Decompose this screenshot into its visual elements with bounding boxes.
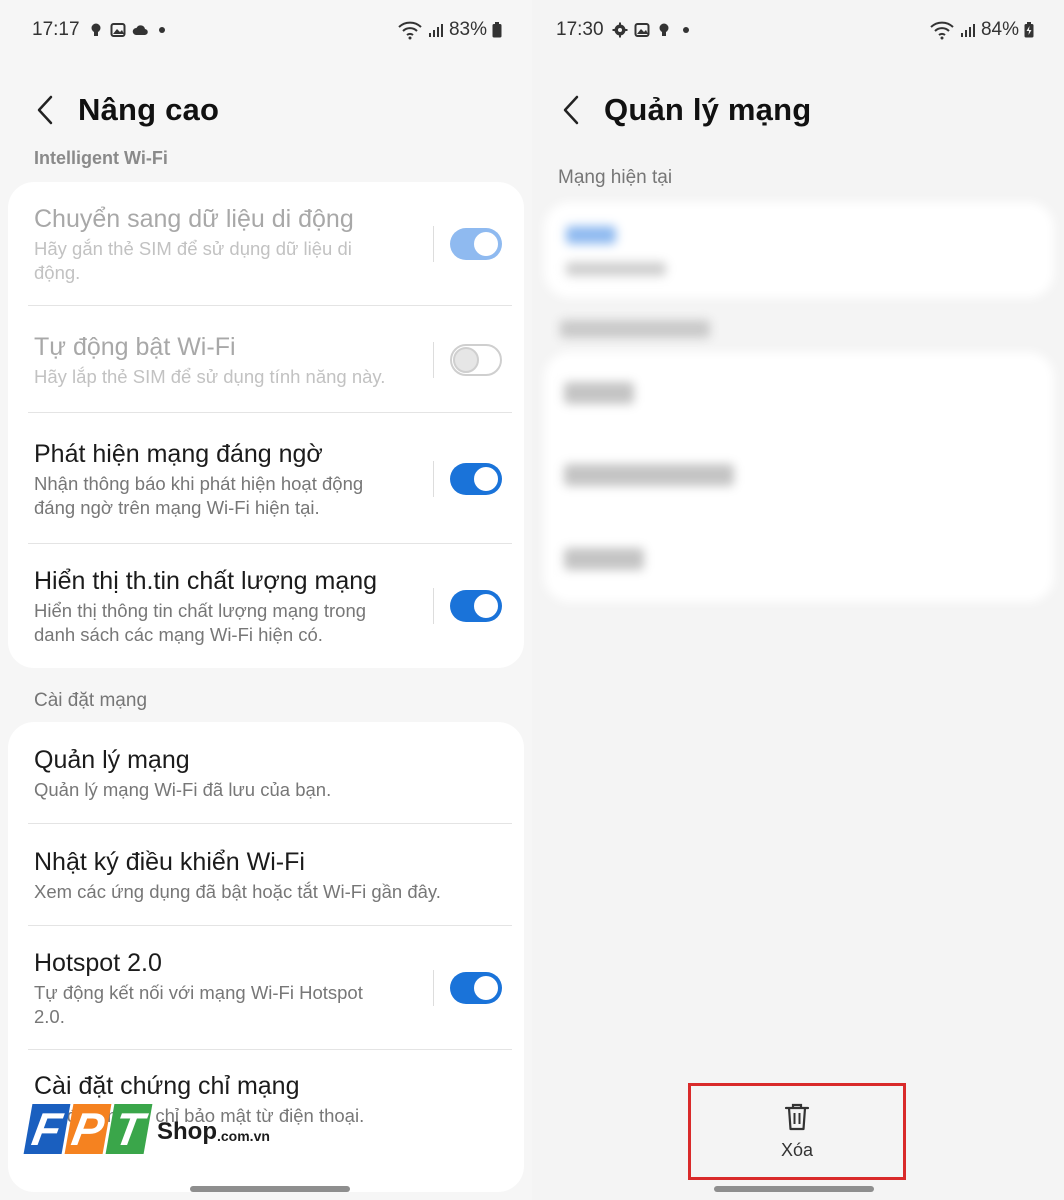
chevron-left-icon [563,95,579,125]
section-current-network: Mạng hiện tại [558,167,673,188]
divider-vertical [433,970,434,1006]
divider-vertical [433,588,434,624]
setting-title: Tự động bật Wi-Fi [34,332,236,361]
gallery-icon [634,23,650,37]
gesture-nav-bar[interactable] [190,1186,350,1192]
saved-networks-card [544,352,1054,602]
battery-percent: 83% [448,19,487,40]
fpt-shop-watermark: F P T Shop .com.vn [23,1103,270,1155]
setting-subtitle: Hãy lắp thẻ SIM để sử dụng tính năng này… [34,365,386,387]
divider-vertical [433,460,434,497]
setting-hotspot-2[interactable]: Hotspot 2.0 Tự động kết nối với mạng Wi-… [8,926,524,1050]
back-button[interactable] [30,90,60,130]
setting-title: Hiển thị th.tin chất lượng mạng [34,567,378,595]
delete-button[interactable]: Xóa [688,1083,906,1180]
setting-title: Chuyển sang dữ liệu di động [34,205,354,233]
delete-label: Xóa [780,1140,814,1160]
app-bar: Nâng cao [30,90,219,130]
gallery-icon [110,23,126,37]
dot-icon [682,27,689,33]
wifi-icon [398,21,422,40]
toggle-switch[interactable] [450,590,502,622]
setting-subtitle: Xem các ứng dụng đã bật hoặc tắt Wi-Fi g… [34,881,441,902]
manage-networks-screen: 17:30 84% Quản lý mạng Mạng hiện tại Xóa [532,0,1064,1200]
page-title: Nâng cao [78,92,220,127]
trash-icon [784,1103,810,1131]
signal-icon [960,24,975,37]
setting-title: Cài đặt chứng chỉ mạng [34,1072,300,1100]
setting-manage-networks[interactable]: Quản lý mạng Quản lý mạng Wi-Fi đã lưu c… [8,722,524,824]
setting-title: Phát hiện mạng đáng ngờ [34,439,323,468]
toggle-switch[interactable] [450,462,502,495]
battery-charging-icon [1024,22,1034,38]
divider-vertical [433,341,434,378]
saved-network-item[interactable] [564,464,734,486]
toggle-switch[interactable] [450,228,502,260]
current-network-status-redacted [566,262,666,276]
setting-subtitle: Quản lý mạng Wi-Fi đã lưu của bạn. [34,779,332,800]
setting-auto-wifi[interactable]: Tự động bật Wi-Fi Hãy lắp thẻ SIM để sử … [8,306,524,413]
logo-letter-t: T [105,1103,153,1155]
setting-subtitle: Hãy gắn thẻ SIM để sử dụng dữ liệu di độ… [34,238,352,283]
setting-subtitle: Tự động kết nối với mạng Wi-Fi Hotspot 2… [34,982,363,1027]
logo-letter-p: P [64,1103,112,1155]
setting-switch-to-mobile-data[interactable]: Chuyển sang dữ liệu di động Hãy gắn thẻ … [8,182,524,306]
intelligent-wifi-card: Chuyển sang dữ liệu di động Hãy gắn thẻ … [8,182,524,668]
setting-wifi-control-history[interactable]: Nhật ký điều khiển Wi-Fi Xem các ứng dụn… [8,824,524,926]
cloud-icon [132,25,148,36]
bulb-icon [91,23,101,36]
battery-percent: 84% [980,19,1019,40]
toggle-switch[interactable] [450,343,502,376]
chevron-left-icon [37,95,53,125]
dot-icon [158,27,165,33]
status-bar: 17:30 84% [556,14,1034,46]
signal-icon [428,24,443,37]
wifi-icon [930,21,954,40]
status-bar: 17:17 83% [32,14,502,46]
logo-shop: Shop [157,1118,217,1145]
setting-title: Hotspot 2.0 [34,949,162,977]
saved-network-item[interactable] [564,382,634,404]
divider-vertical [433,226,434,262]
current-network-name-redacted [566,226,616,244]
setting-subtitle: Hiển thị thông tin chất lượng mạng trong… [34,600,367,645]
logo-domain: .com.vn [217,1128,270,1144]
advanced-settings-screen: 17:17 83% Nâng cao Intelligent Wi-Fi Chu… [0,0,532,1200]
current-network-card[interactable] [544,202,1054,298]
gesture-nav-bar[interactable] [714,1186,874,1192]
saved-network-item[interactable] [564,548,644,570]
setting-subtitle: Nhận thông báo khi phát hiện hoạt động đ… [34,472,364,518]
battery-icon [492,22,502,38]
section-intelligent-wifi: Intelligent Wi-Fi [34,148,168,168]
toggle-switch[interactable] [450,972,502,1004]
app-bar: Quản lý mạng [556,90,811,130]
bulb-icon [659,23,669,36]
saved-networks-label-redacted [560,320,710,338]
status-time: 17:17 [32,19,80,40]
setting-title: Quản lý mạng [34,746,190,774]
gear-icon [612,22,628,38]
status-time: 17:30 [556,19,604,40]
page-title: Quản lý mạng [604,92,812,127]
setting-network-quality[interactable]: Hiển thị th.tin chất lượng mạng Hiển thị… [8,544,524,668]
section-network-settings: Cài đặt mạng [34,690,148,711]
setting-suspicious-network[interactable]: Phát hiện mạng đáng ngờ Nhận thông báo k… [8,413,524,544]
back-button[interactable] [556,90,586,130]
setting-title: Nhật ký điều khiển Wi-Fi [34,848,305,876]
logo-letter-f: F [23,1103,71,1155]
